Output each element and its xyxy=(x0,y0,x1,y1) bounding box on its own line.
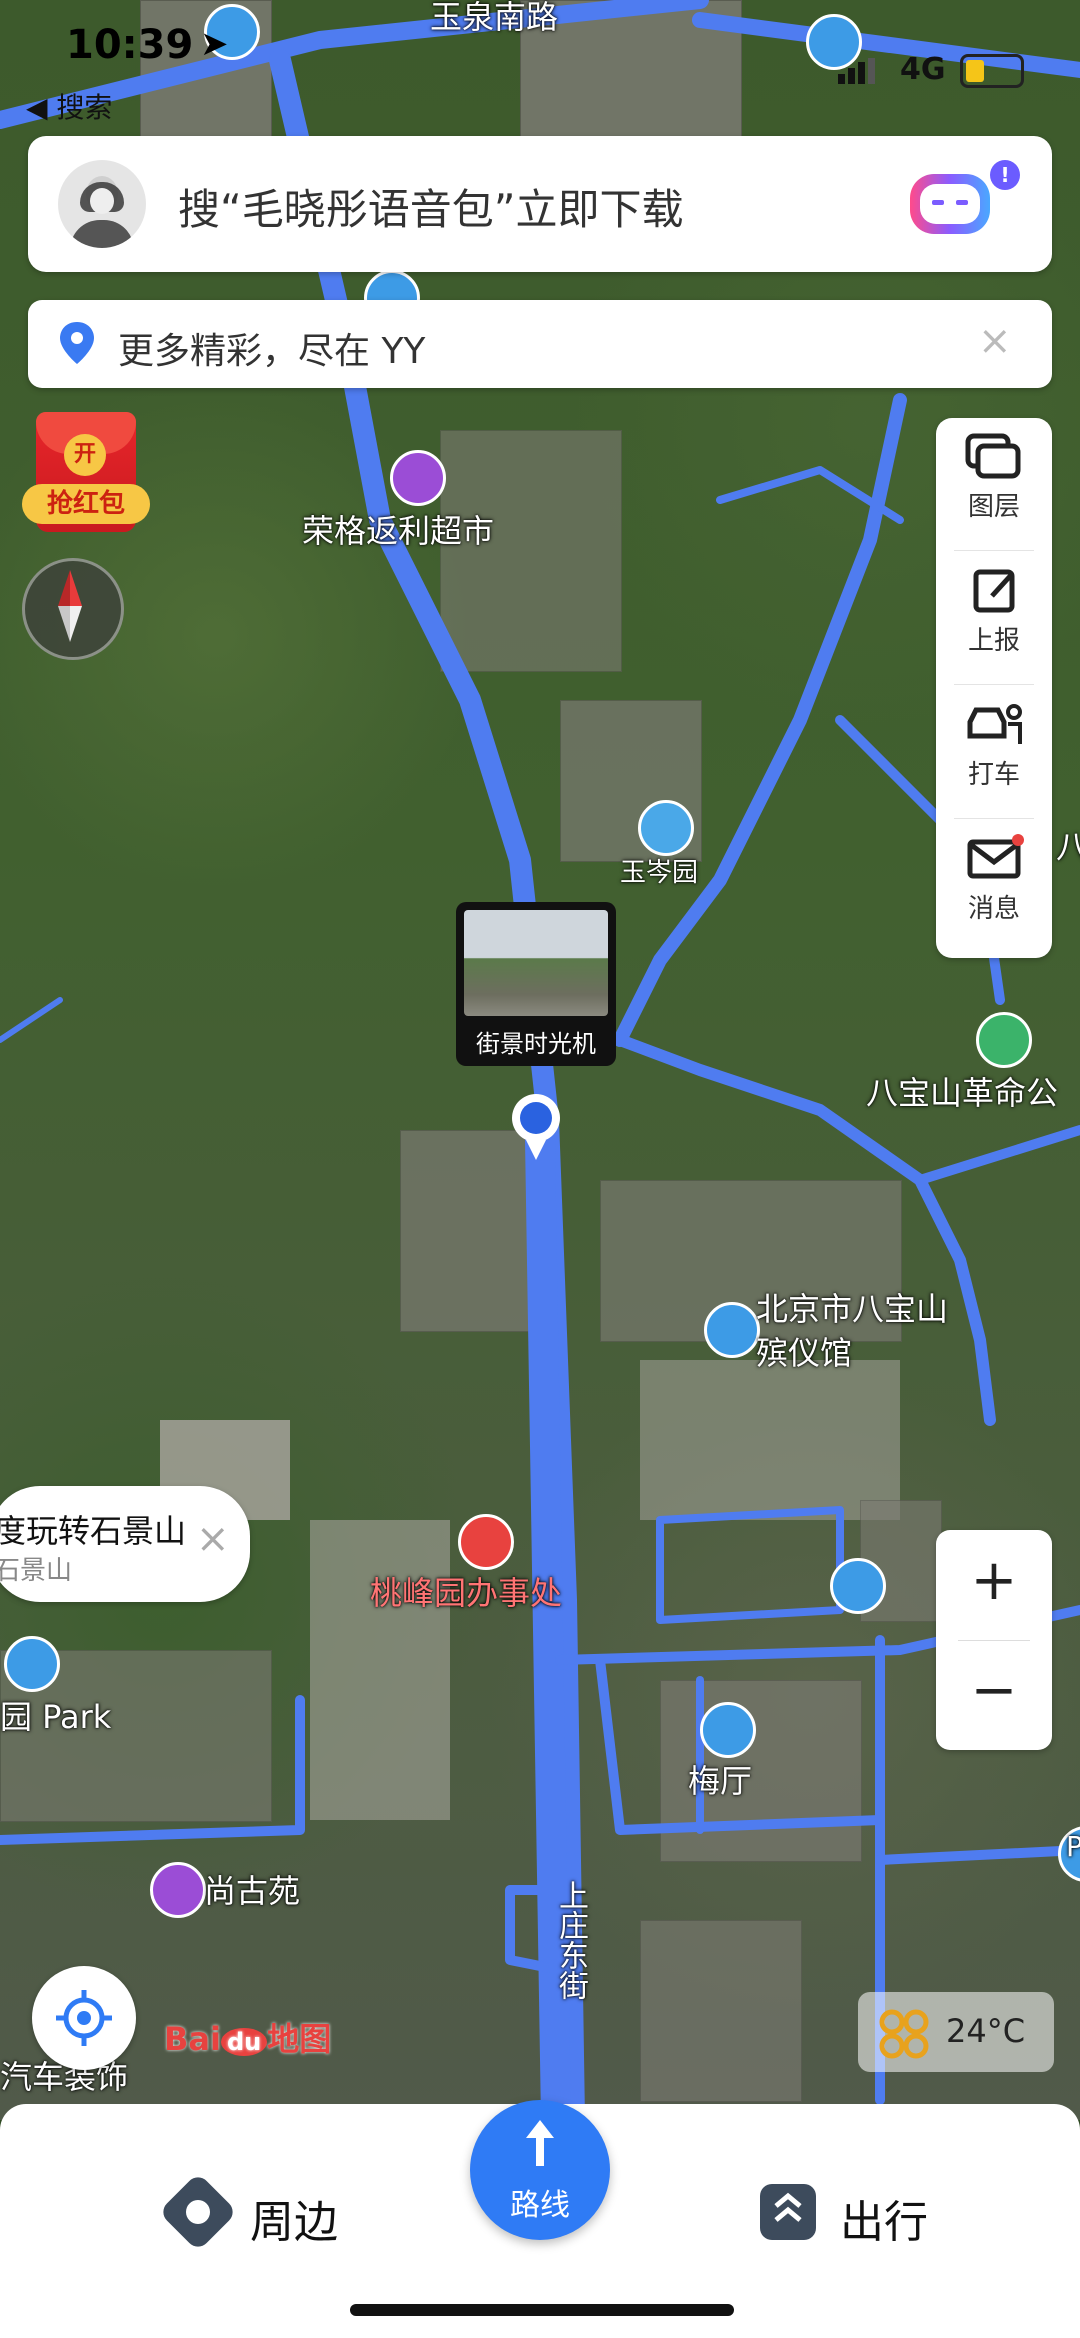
restroom-icon[interactable] xyxy=(830,1558,886,1614)
search-bar[interactable]: 搜“毛晓彤语音包”立即下载 ! xyxy=(28,136,1052,272)
poi-meiting-label[interactable]: 梅厅 xyxy=(688,1756,752,1802)
shanggu-icon[interactable] xyxy=(150,1862,206,1918)
bubble-subtitle: 石景山 xyxy=(0,1556,73,1586)
poi-funeral-label-2[interactable]: 殡仪馆 xyxy=(756,1328,852,1374)
poi-babaoshan-label[interactable]: 八宝山革命公 xyxy=(866,1068,1058,1114)
weather-temp: 24°C xyxy=(946,2012,1026,2050)
battery-icon xyxy=(960,54,1024,88)
crosshair-icon xyxy=(56,1990,112,2046)
weather-icon xyxy=(879,2009,929,2059)
search-input[interactable]: 搜“毛晓彤语音包”立即下载 xyxy=(178,176,684,237)
road-label-yuquan: 玉泉南路 xyxy=(430,0,559,36)
office-icon[interactable] xyxy=(458,1514,514,1570)
layers-button[interactable]: 图层 xyxy=(936,418,1052,548)
street-view-photo xyxy=(464,910,608,1016)
poi-park-label[interactable]: 园 Park xyxy=(0,1692,111,1738)
red-packet-label: 抢红包 xyxy=(22,484,150,524)
park-entrance-icon[interactable] xyxy=(4,1636,60,1692)
report-button[interactable]: 上报 xyxy=(936,552,1052,682)
layers-label: 图层 xyxy=(967,492,1020,522)
mail-icon xyxy=(967,834,1024,879)
layers-icon xyxy=(965,433,1021,479)
locate-me-button[interactable] xyxy=(32,1966,136,2070)
avatar[interactable] xyxy=(58,160,146,248)
messages-label: 消息 xyxy=(967,894,1020,924)
red-packet-badge: 开 xyxy=(64,434,106,476)
zoom-in-button[interactable]: + xyxy=(936,1548,1052,1613)
scenic-icon[interactable] xyxy=(976,1012,1032,1068)
promo-text: 更多精彩，尽在 YY xyxy=(118,331,426,372)
bubble-close-icon[interactable]: × xyxy=(196,1516,230,1562)
promo-banner[interactable]: 更多精彩，尽在 YY × xyxy=(28,300,1052,388)
nearby-button[interactable]: 周边 xyxy=(250,2186,338,2250)
home-indicator[interactable] xyxy=(350,2304,734,2316)
voice-assistant-icon[interactable] xyxy=(910,174,990,234)
poi-yucen-label[interactable]: 玉岑园 xyxy=(620,852,698,889)
logo-du: du xyxy=(220,2028,268,2056)
compass-icon[interactable] xyxy=(22,558,124,660)
zoom-control: + − xyxy=(936,1530,1052,1750)
back-to-search[interactable]: ◀ 搜索 xyxy=(26,86,112,126)
baidu-map-logo: Bai du 地图 xyxy=(164,2014,331,2060)
red-packet-button[interactable]: 开 抢红包 xyxy=(22,412,150,532)
taxi-button[interactable]: 打车 xyxy=(936,686,1052,816)
edit-report-icon xyxy=(973,569,1015,613)
meiting-icon[interactable] xyxy=(700,1702,756,1758)
signal-icon xyxy=(838,58,878,84)
taxi-icon xyxy=(967,704,1022,744)
weather-widget[interactable]: 24°C xyxy=(858,1992,1054,2072)
bubble-title: 度玩转石景山 xyxy=(0,1512,187,1550)
taxi-label: 打车 xyxy=(967,760,1020,790)
poi-funeral-label-1[interactable]: 北京市八宝山 xyxy=(756,1284,948,1330)
street-view-label: 街景时光机 xyxy=(476,1030,596,1058)
location-arrow-icon: ➤ xyxy=(200,24,229,64)
park-icon[interactable] xyxy=(638,800,694,856)
notification-badge-icon: ! xyxy=(990,160,1020,190)
poi-taofeng-label[interactable]: 桃峰园办事处 xyxy=(370,1568,562,1614)
promo-close-icon[interactable]: × xyxy=(978,318,1012,364)
logo-map: 地图 xyxy=(267,2020,332,2058)
zoom-out-button[interactable]: − xyxy=(936,1658,1052,1723)
compass-nearby-icon xyxy=(158,2172,238,2252)
travel-icon xyxy=(760,2184,816,2240)
area-info-bubble[interactable]: 度玩转石景山 石景山 × xyxy=(0,1486,250,1602)
road-label-shangzhuang: 上庄东街 xyxy=(553,1880,588,2000)
report-label: 上报 xyxy=(967,626,1020,656)
street-view-thumbnail[interactable]: 街景时光机 xyxy=(456,902,616,1066)
network-type: 4G xyxy=(900,52,946,87)
poi-edge-p-label: P xyxy=(1066,1830,1080,1863)
route-button[interactable]: 路线 xyxy=(470,2100,610,2240)
location-pin-icon xyxy=(60,322,94,364)
funeral-home-icon[interactable] xyxy=(704,1302,760,1358)
map-toolbar: 图层 上报 打车 消息 xyxy=(936,418,1052,958)
poi-shanggu-label[interactable]: 尚古苑 xyxy=(204,1866,300,1912)
travel-button[interactable]: 出行 xyxy=(840,2186,928,2250)
messages-button[interactable]: 消息 xyxy=(936,820,1052,950)
route-label: 路线 xyxy=(510,2188,570,2223)
logo-bai: Bai xyxy=(164,2020,221,2058)
supermarket-icon[interactable] xyxy=(390,450,446,506)
status-time: 10:39 xyxy=(66,22,194,68)
route-arrow-icon xyxy=(526,2120,554,2166)
poi-supermarket-label[interactable]: 荣格返利超市 xyxy=(302,506,494,552)
poi-edge-ba-label: 八 xyxy=(1056,828,1080,866)
